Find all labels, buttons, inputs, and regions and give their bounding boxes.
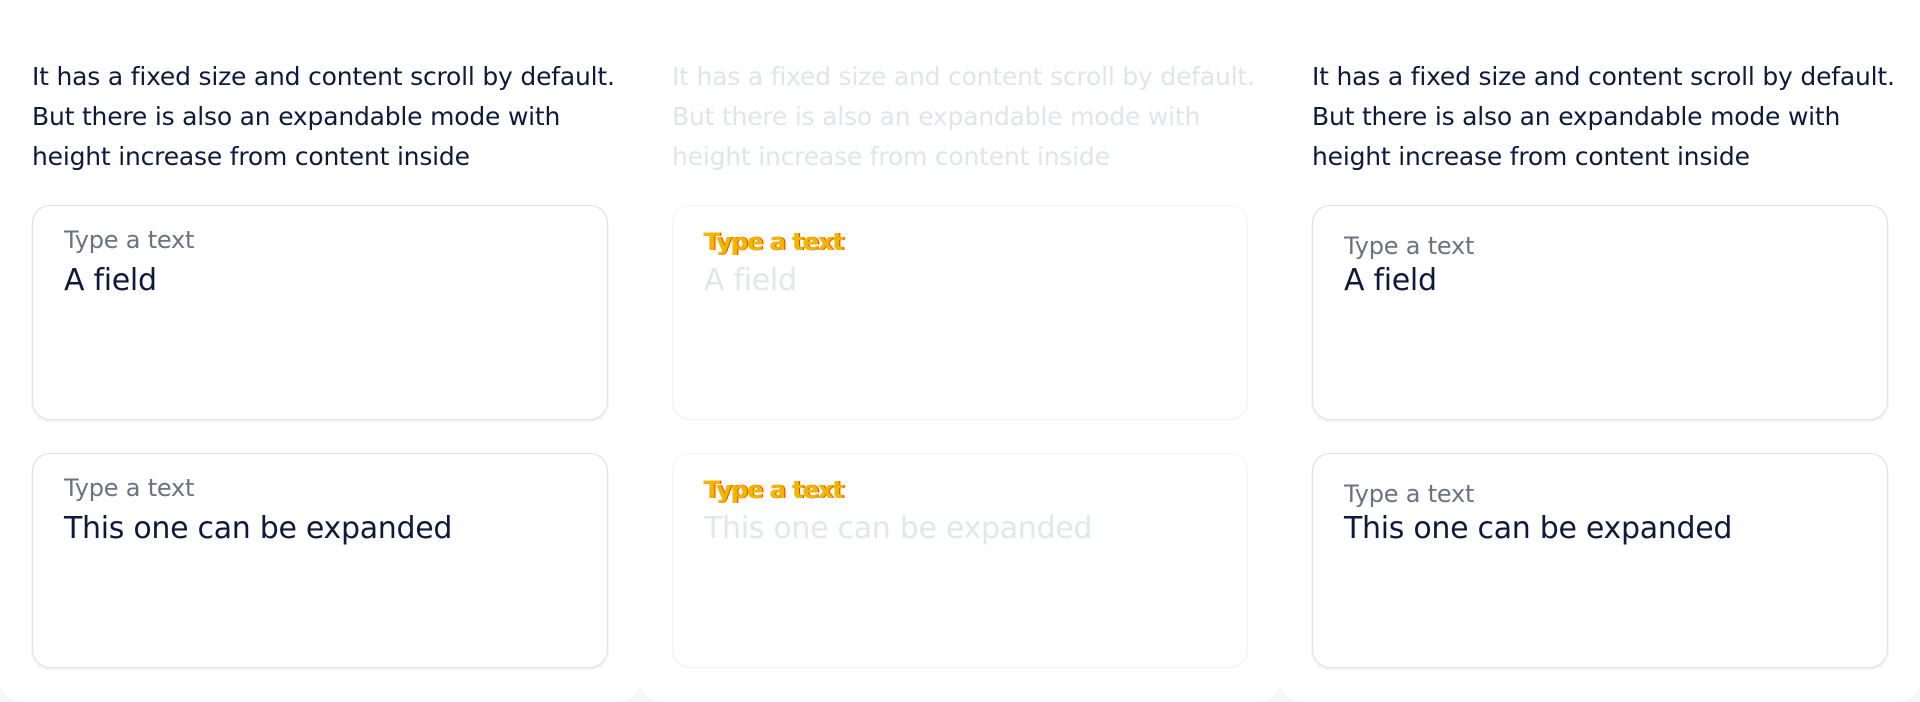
field-value: This one can be expanded xyxy=(704,511,1093,546)
field-value: This one can be expanded xyxy=(64,511,453,546)
text-area-fixed[interactable]: Type a text A field xyxy=(672,205,1248,420)
description-text: It has a fixed size and content scroll b… xyxy=(32,62,615,171)
textarea-panel-disabled: It has a fixed size and content scroll b… xyxy=(640,0,1280,702)
text-area-expandable[interactable]: Type a text This one can be expanded xyxy=(1312,453,1888,668)
field-value: A field xyxy=(1344,263,1437,298)
description-text: It has a fixed size and content scroll b… xyxy=(1312,62,1895,171)
field-label: Type a text xyxy=(64,474,195,502)
field-label: Type a text xyxy=(1344,480,1475,508)
field-label: Type a text xyxy=(1344,232,1475,260)
field-value: This one can be expanded xyxy=(1344,511,1733,546)
text-area-expandable[interactable]: Type a text This one can be expanded xyxy=(672,453,1248,668)
field-value: A field xyxy=(64,263,157,298)
field-label: Type a text xyxy=(704,228,844,256)
description-text: It has a fixed size and content scroll b… xyxy=(672,62,1255,171)
text-area-fixed[interactable]: Type a text A field xyxy=(1312,205,1888,420)
field-label: Type a text xyxy=(704,476,844,504)
textarea-panel-default: It has a fixed size and content scroll b… xyxy=(0,0,640,702)
textarea-panel-filled: It has a fixed size and content scroll b… xyxy=(1280,0,1920,702)
field-label: Type a text xyxy=(64,226,195,254)
text-area-fixed[interactable]: Type a text A field xyxy=(32,205,608,420)
field-value: A field xyxy=(704,263,797,298)
text-area-expandable[interactable]: Type a text This one can be expanded xyxy=(32,453,608,668)
